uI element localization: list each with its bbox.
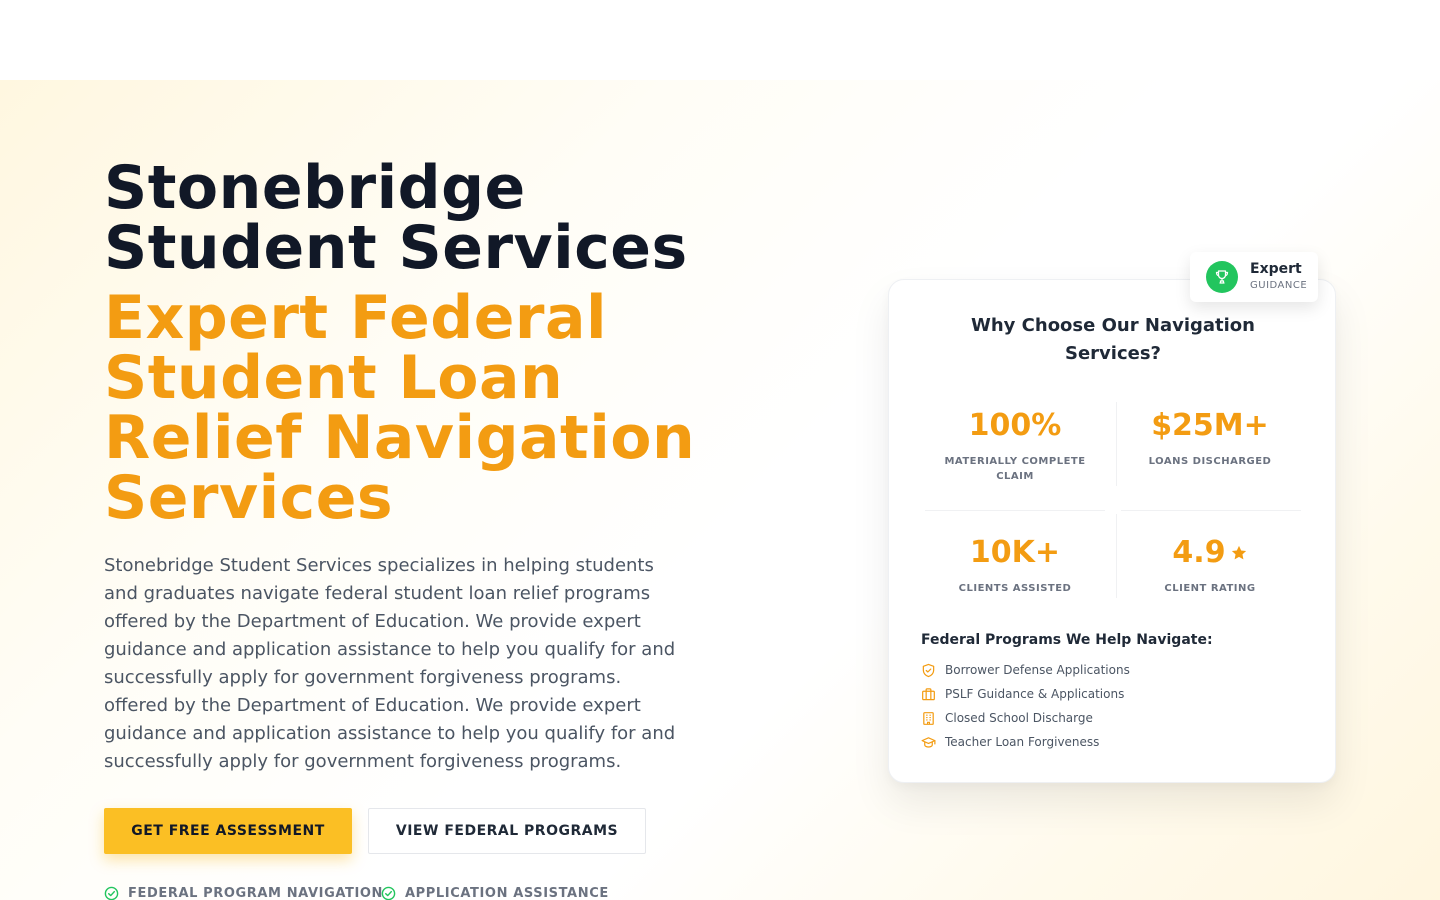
check-circle-icon <box>381 886 396 900</box>
feature-application-assistance: APPLICATION ASSISTANCE <box>381 885 609 900</box>
feature-label: APPLICATION ASSISTANCE <box>405 885 609 900</box>
stat-label: LOANS DISCHARGED <box>1148 456 1272 467</box>
description-line: and graduates navigate federal student l… <box>104 583 651 604</box>
stat-loans-discharged: $25M+ LOANS DISCHARGED <box>1115 408 1305 469</box>
program-item-borrower-defense: Borrower Defense Applications <box>921 662 1130 678</box>
program-item-closed-school: Closed School Discharge <box>921 710 1093 726</box>
page-title-line-1: Stonebridge <box>104 153 526 223</box>
shield-check-icon <box>922 663 935 677</box>
program-label: Borrower Defense Applications <box>945 663 1130 677</box>
stat-label: MATERIALLY COMPLETE CLAIM <box>944 456 1086 482</box>
programs-heading: Federal Programs We Help Navigate: <box>921 632 1213 648</box>
program-item-teacher-loan: Teacher Loan Forgiveness <box>921 734 1099 750</box>
stat-complete-claim: 100% MATERIALLY COMPLETE CLAIM <box>920 408 1110 484</box>
star-icon <box>1231 545 1246 560</box>
program-label: PSLF Guidance & Applications <box>945 687 1125 701</box>
trophy-icon <box>1215 270 1229 284</box>
description-line: Stonebridge Student Services specializes… <box>104 555 654 576</box>
description-line: guidance and application assistance to h… <box>104 639 676 660</box>
why-choose-card: Why Choose Our Navigation Services? 100%… <box>888 279 1336 783</box>
stat-value: 100% <box>968 408 1062 443</box>
badge-title: Expert <box>1250 261 1302 277</box>
description-line: successfully apply for government forgiv… <box>104 667 622 688</box>
description-line: offered by the Department of Education. … <box>104 695 641 716</box>
program-label: Closed School Discharge <box>945 711 1093 725</box>
stats-divider <box>1116 402 1117 486</box>
stat-label: CLIENT RATING <box>1164 583 1256 594</box>
hero-subtitle-line-2: Student Loan <box>104 343 564 413</box>
stat-value: 4.9 <box>1172 535 1226 570</box>
feature-federal-program-navigation: FEDERAL PROGRAM NAVIGATION <box>104 885 383 900</box>
graduation-cap-icon <box>921 736 936 748</box>
feature-label: FEDERAL PROGRAM NAVIGATION <box>128 885 384 900</box>
hero-subtitle-line-4: Services <box>104 463 394 533</box>
description-line: offered by the Department of Education. … <box>104 611 641 632</box>
card-title: Why Choose Our Navigation Services? <box>971 315 1255 364</box>
badge-subtitle: GUIDANCE <box>1250 280 1308 291</box>
badge-icon-circle <box>1206 261 1238 293</box>
hero-subtitle-line-3: Relief Navigation <box>104 403 696 473</box>
get-free-assessment-button[interactable]: GET FREE ASSESSMENT <box>104 808 352 854</box>
description-line: guidance and application assistance to h… <box>104 723 676 744</box>
stat-value: $25M+ <box>1151 408 1269 443</box>
top-navigation-bar <box>0 0 1440 80</box>
stat-clients-assisted: 10K+ CLIENTS ASSISTED <box>920 535 1110 596</box>
stats-divider <box>1116 514 1117 598</box>
hero-description: Stonebridge Student Services specializes… <box>104 552 694 776</box>
page-title-line-2: Student Services <box>104 213 688 283</box>
page-title: Stonebridge Student Services <box>104 158 744 278</box>
hero-subtitle-line-1: Expert Federal <box>104 283 608 353</box>
program-item-pslf: PSLF Guidance & Applications <box>921 686 1124 702</box>
expert-guidance-badge: Expert GUIDANCE <box>1190 252 1318 302</box>
badge-text: Expert GUIDANCE <box>1250 261 1307 293</box>
hero-subtitle: Expert Federal Student Loan Relief Navig… <box>104 288 744 528</box>
program-label: Teacher Loan Forgiveness <box>945 735 1100 749</box>
building-icon <box>923 711 934 725</box>
stats-divider <box>1121 510 1301 511</box>
stat-value: 10K+ <box>969 535 1061 570</box>
view-federal-programs-button[interactable]: VIEW FEDERAL PROGRAMS <box>368 808 646 854</box>
stat-value-row: 4.9 <box>1115 535 1305 571</box>
stat-label: CLIENTS ASSISTED <box>958 583 1072 594</box>
stats-divider <box>925 510 1105 511</box>
description-line: successfully apply for government forgiv… <box>104 751 622 772</box>
check-circle-icon <box>104 886 119 900</box>
stat-client-rating: 4.9 CLIENT RATING <box>1115 535 1305 596</box>
briefcase-icon <box>922 687 935 700</box>
